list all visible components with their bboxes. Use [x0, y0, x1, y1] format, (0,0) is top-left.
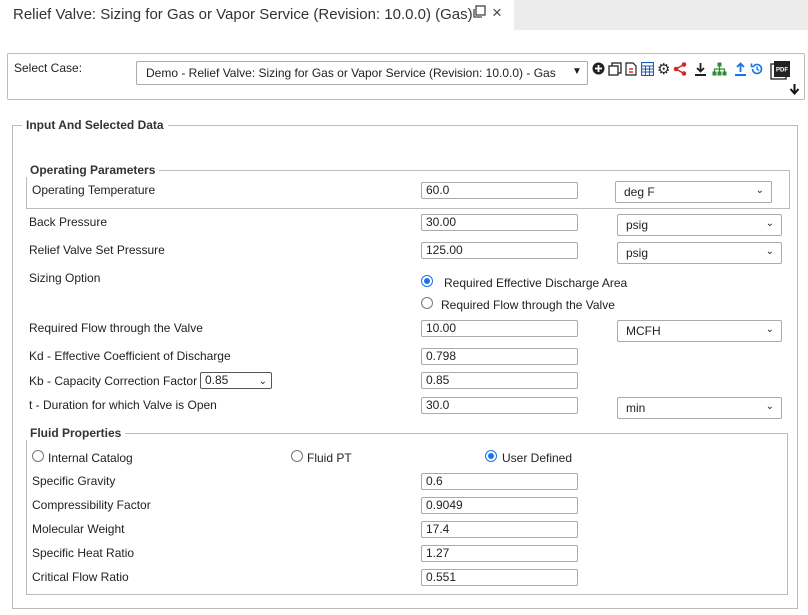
required-flow-input[interactable]: 10.00: [421, 320, 578, 337]
fluid-properties-section: [26, 433, 788, 595]
operating-parameters-legend: Operating Parameters: [26, 163, 160, 177]
kd-input[interactable]: 0.798: [421, 348, 578, 365]
chevron-down-icon: ⌄: [258, 376, 267, 387]
kb-input[interactable]: 0.85: [421, 372, 578, 389]
gear-icon[interactable]: ⚙: [657, 62, 670, 78]
input-section-legend: Input And Selected Data: [22, 118, 168, 132]
pdf-file-icon[interactable]: [625, 62, 637, 79]
upload-icon[interactable]: [734, 62, 747, 79]
critical-flow-ratio-input[interactable]: 0.551: [421, 569, 578, 586]
molecular-weight-label: Molecular Weight: [32, 522, 125, 536]
duration-label: t - Duration for which Valve is Open: [29, 398, 217, 412]
download-icon[interactable]: [694, 62, 707, 79]
specific-gravity-label: Specific Gravity: [32, 474, 116, 488]
duration-input[interactable]: 30.0: [421, 397, 578, 414]
select-case-label: Select Case:: [14, 61, 83, 75]
sizing-option-label: Sizing Option: [29, 271, 101, 285]
critical-flow-ratio-label: Critical Flow Ratio: [32, 570, 129, 584]
arrow-down-icon[interactable]: [789, 82, 800, 98]
sizing-option-area-label: Required Effective Discharge Area: [444, 276, 628, 290]
internal-catalog-radio[interactable]: [32, 450, 44, 462]
flow-unit-select[interactable]: MCFH ⌄: [617, 320, 782, 342]
kd-label: Kd - Effective Coefficient of Discharge: [29, 349, 231, 363]
specific-heat-ratio-input[interactable]: 1.27: [421, 545, 578, 562]
required-flow-label: Required Flow through the Valve: [29, 321, 203, 335]
chevron-down-icon: ⌄: [755, 185, 764, 196]
duration-unit-select[interactable]: min ⌄: [617, 397, 782, 419]
specific-heat-ratio-label: Specific Heat Ratio: [32, 546, 135, 560]
fluid-pt-label: Fluid PT: [307, 451, 352, 465]
copy-icon[interactable]: [608, 62, 622, 79]
set-pressure-label: Relief Valve Set Pressure: [29, 243, 165, 257]
compressibility-factor-label: Compressibility Factor: [32, 498, 151, 512]
history-icon[interactable]: [750, 62, 764, 79]
user-defined-label: User Defined: [502, 451, 573, 465]
svg-text:PDF: PDF: [776, 68, 788, 74]
temperature-unit-select[interactable]: deg F ⌄: [615, 181, 772, 203]
popout-icon[interactable]: [473, 5, 486, 21]
chevron-down-icon: ⌄: [765, 401, 774, 412]
case-select[interactable]: Demo - Relief Valve: Sizing for Gas or V…: [136, 61, 588, 85]
internal-catalog-label: Internal Catalog: [48, 451, 133, 465]
chevron-down-icon: ▼: [572, 66, 582, 77]
tab-title: Relief Valve: Sizing for Gas or Vapor Se…: [13, 6, 473, 23]
chevron-down-icon: ⌄: [765, 324, 774, 335]
calculator-icon[interactable]: [640, 61, 655, 79]
set-pressure-input[interactable]: 125.00: [421, 242, 578, 259]
sizing-option-flow-radio[interactable]: [421, 297, 433, 309]
close-icon[interactable]: ×: [492, 3, 502, 23]
add-icon[interactable]: [592, 62, 605, 78]
fluid-pt-radio[interactable]: [291, 450, 303, 462]
sizing-option-area-radio[interactable]: [421, 275, 433, 287]
back-pressure-input[interactable]: 30.00: [421, 214, 578, 231]
operating-temperature-input[interactable]: 60.0: [421, 182, 578, 199]
share-icon[interactable]: [673, 62, 687, 79]
specific-gravity-input[interactable]: 0.6: [421, 473, 578, 490]
back-pressure-label: Back Pressure: [29, 215, 108, 229]
back-pressure-unit-select[interactable]: psig ⌄: [617, 214, 782, 236]
pdf-stack-icon[interactable]: PDF: [770, 59, 792, 84]
compressibility-factor-input[interactable]: 0.9049: [421, 497, 578, 514]
user-defined-radio[interactable]: [485, 450, 497, 462]
fluid-properties-legend: Fluid Properties: [26, 426, 126, 440]
kb-label: Kb - Capacity Correction Factor: [29, 374, 198, 388]
sizing-option-flow-label: Required Flow through the Valve: [441, 298, 615, 312]
hierarchy-icon[interactable]: [712, 62, 727, 79]
molecular-weight-input[interactable]: 17.4: [421, 521, 578, 538]
operating-temperature-label: Operating Temperature: [32, 183, 156, 197]
chevron-down-icon: ⌄: [765, 246, 774, 257]
kb-select[interactable]: 0.85 ⌄: [200, 372, 272, 389]
chevron-down-icon: ⌄: [765, 218, 774, 229]
set-pressure-unit-select[interactable]: psig ⌄: [617, 242, 782, 264]
